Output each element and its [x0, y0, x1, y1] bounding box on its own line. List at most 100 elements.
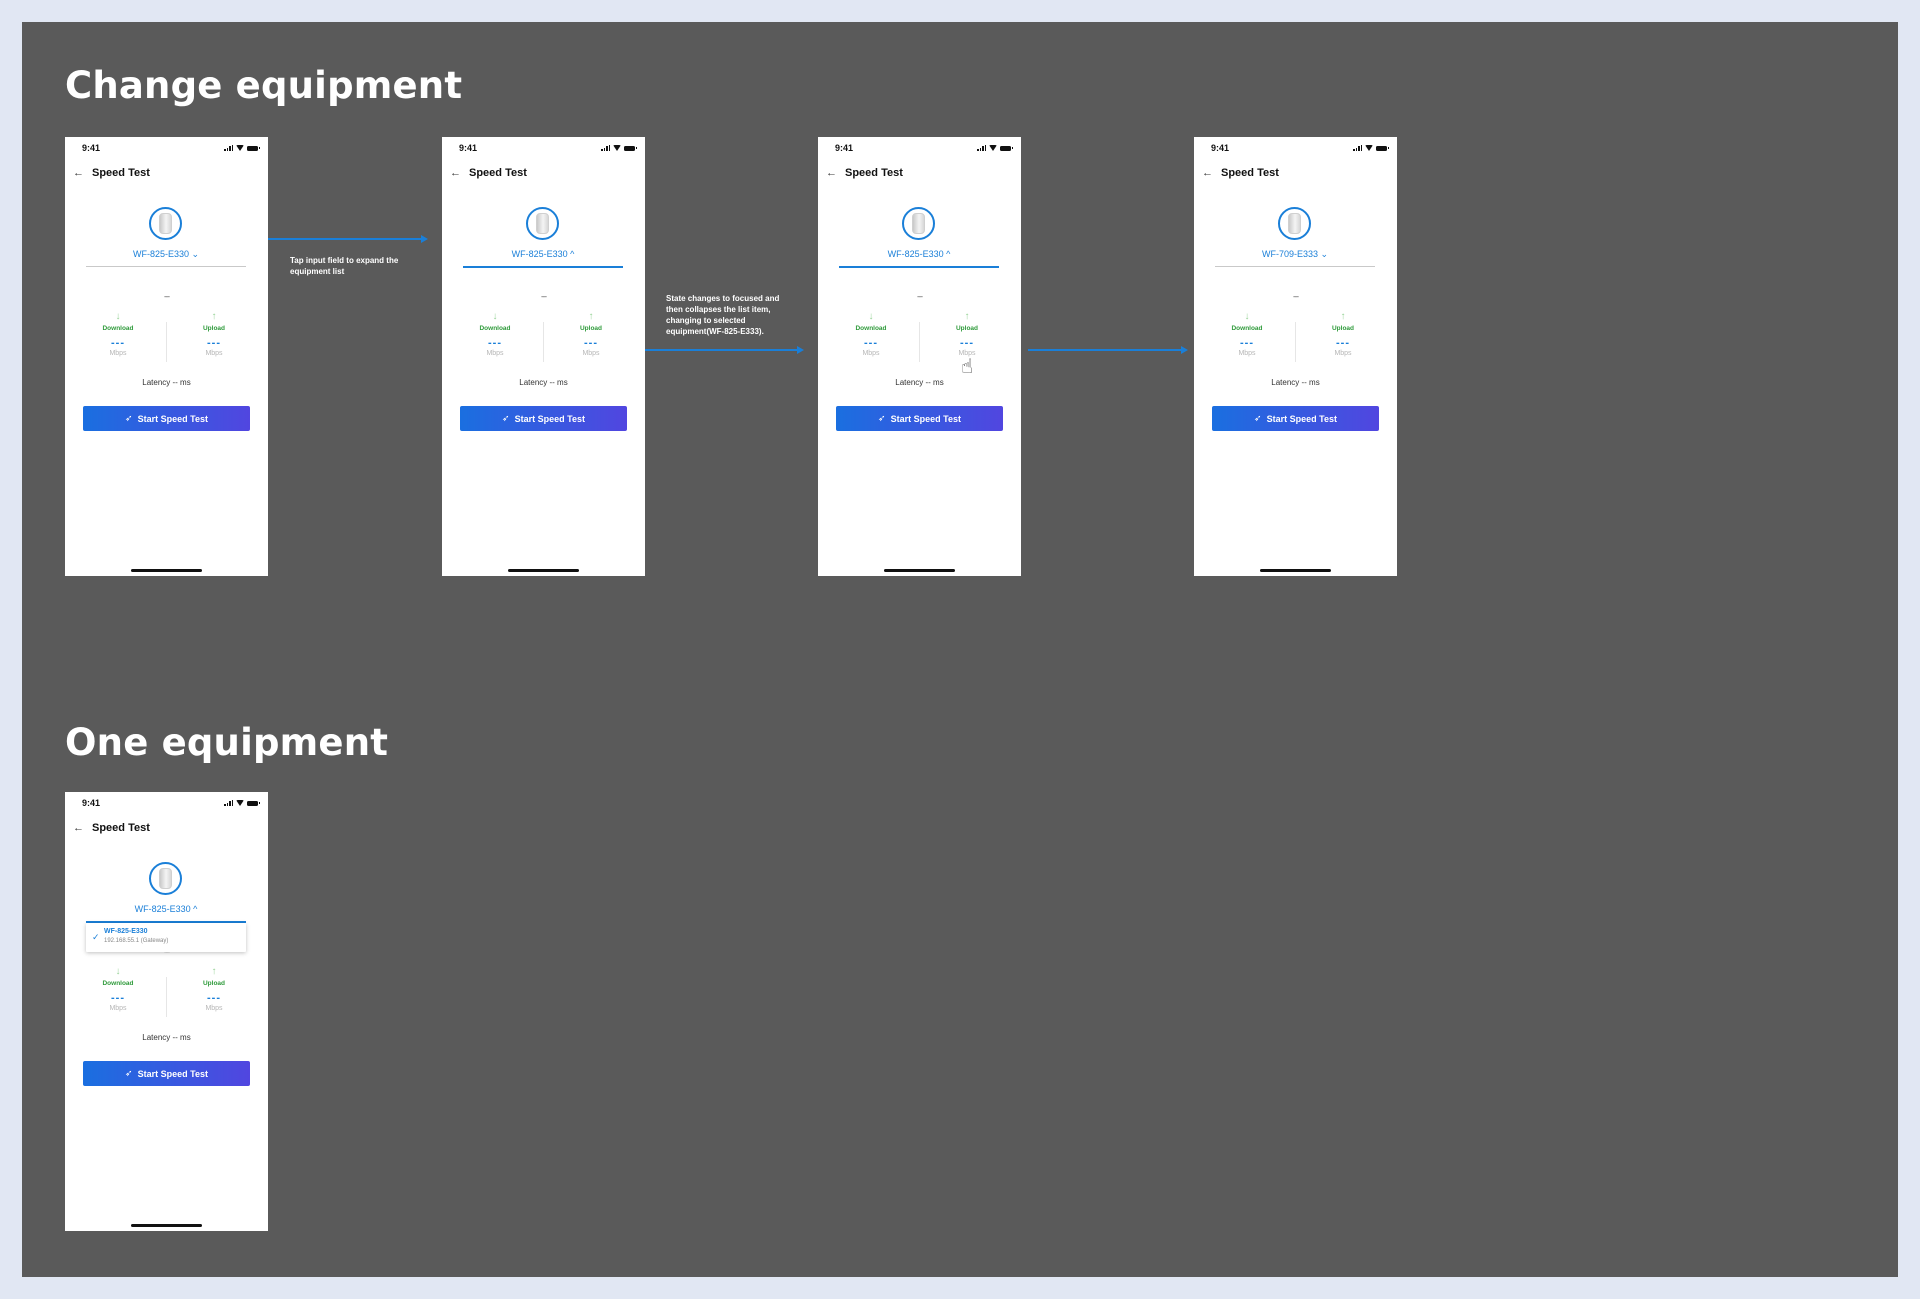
arrow-down-icon: ↓ — [868, 311, 874, 322]
latency-text: Latency -- ms — [1271, 378, 1320, 387]
select-underline — [839, 266, 999, 268]
equipment-select-value: WF-825-E330 — [511, 249, 568, 259]
flow-arrow-1 — [250, 235, 428, 243]
chevron-down-icon: ⌄ — [191, 249, 200, 259]
battery-icon — [624, 145, 637, 151]
arrow-left-icon[interactable]: ← — [73, 822, 84, 834]
upload-unit: Mbps — [1334, 350, 1352, 357]
chevron-up-icon: ^ — [946, 249, 951, 259]
download-unit: Mbps — [1238, 350, 1256, 357]
equipment-select-value: WF-825-E330 — [134, 904, 191, 914]
dropdown-item-name: WF-825-E330 — [104, 928, 148, 935]
metric-divider — [1295, 322, 1296, 362]
device-avatar — [526, 207, 559, 240]
upload-metric: ↑ Upload --- Mbps — [556, 311, 626, 358]
hand-pointer-icon: ☝ — [961, 356, 974, 378]
upload-label: Upload — [202, 980, 226, 987]
start-speed-test-button[interactable]: ➶ Start Speed Test — [83, 1061, 250, 1086]
phone-screen-3: 9:41 ← Speed Test WF-825-E330 ^ --- ↓ Do… — [818, 137, 1021, 576]
home-indicator — [131, 1224, 202, 1227]
dropdown-item-address: 192.168.55.1 (Gateway) — [104, 938, 169, 944]
arrow-left-icon[interactable]: ← — [450, 167, 461, 179]
wifi-icon — [989, 145, 997, 151]
arrow-left-icon[interactable]: ← — [1202, 167, 1213, 179]
phone-screen-4: 9:41 ← Speed Test WF-709-E333 ⌄ --- ↓ Do… — [1194, 137, 1397, 576]
device-avatar — [902, 207, 935, 240]
home-indicator — [884, 569, 955, 572]
start-speed-test-label: Start Speed Test — [514, 413, 585, 424]
download-label: Download — [1231, 325, 1263, 332]
arrow-up-icon: ↑ — [588, 311, 594, 322]
status-time: 9:41 — [835, 143, 854, 153]
equipment-select[interactable]: WF-709-E333 ⌄ — [1215, 249, 1375, 263]
upload-label: Upload — [1331, 325, 1355, 332]
download-metric: ↓ Download --- Mbps — [83, 312, 153, 358]
upload-metric: ↑ Upload --- Mbps — [179, 311, 249, 358]
start-speed-test-button[interactable]: ➶ Start Speed Test — [1212, 406, 1379, 431]
rocket-icon: ➶ — [1254, 413, 1262, 423]
arrow-left-icon[interactable]: ← — [826, 167, 837, 179]
start-speed-test-button[interactable]: ➶ Start Speed Test — [83, 406, 250, 431]
download-unit: Mbps — [109, 350, 127, 357]
router-icon — [536, 213, 549, 234]
page-title: Speed Test — [92, 167, 150, 179]
arrow-left-icon[interactable]: ← — [73, 167, 84, 179]
chevron-down-icon: ⌄ — [1320, 249, 1329, 259]
device-avatar — [1278, 207, 1311, 240]
page-title: Speed Test — [92, 822, 150, 834]
annotation-state: State changes to focused and then collap… — [666, 294, 780, 336]
page-title: Speed Test — [469, 167, 527, 179]
download-value: --- — [488, 337, 502, 349]
select-underline — [463, 266, 623, 268]
device-avatar — [149, 862, 182, 895]
download-value: --- — [1240, 337, 1254, 349]
router-icon — [159, 213, 172, 234]
section-title-change-equipment: Change equipment — [65, 64, 463, 107]
header: ← Speed Test — [826, 167, 903, 179]
equipment-select[interactable]: WF-825-E330 ⌄ — [86, 249, 246, 263]
signal-icon — [1353, 145, 1362, 151]
equipment-select[interactable]: WF-825-E330 ^ — [463, 249, 623, 263]
status-icons — [224, 145, 260, 151]
arrow-up-icon: ↑ — [1340, 311, 1346, 322]
start-speed-test-button[interactable]: ➶ Start Speed Test — [460, 406, 627, 431]
upload-unit: Mbps — [205, 350, 223, 357]
equipment-select[interactable]: WF-825-E330 ^ — [839, 249, 999, 263]
chevron-up-icon: ^ — [570, 249, 575, 259]
download-unit: Mbps — [109, 1005, 127, 1012]
annotation-tap: Tap input field to expand the equipment … — [290, 256, 399, 276]
status-icons — [224, 800, 260, 806]
select-underline — [1215, 266, 1375, 267]
download-metric: ↓ Download --- Mbps — [460, 312, 530, 358]
phone-screen-2: 9:41 ← Speed Test WF-825-E330 ^ --- ↓ Do… — [442, 137, 645, 576]
start-speed-test-button[interactable]: ➶ Start Speed Test — [836, 406, 1003, 431]
home-indicator — [508, 569, 579, 572]
arrow-down-icon: ↓ — [115, 966, 121, 977]
download-unit: Mbps — [486, 350, 504, 357]
latency-text: Latency -- ms — [142, 1033, 191, 1042]
arrow-up-icon: ↑ — [211, 311, 217, 322]
wifi-icon — [236, 800, 244, 806]
page-title: Speed Test — [845, 167, 903, 179]
header: ← Speed Test — [73, 822, 150, 834]
download-label: Download — [102, 325, 134, 332]
equipment-dropdown: ✓ WF-825-E330 192.168.55.1 (Gateway) — [86, 923, 246, 952]
signal-icon — [977, 145, 986, 151]
result-placeholder: --- — [1293, 292, 1299, 301]
start-speed-test-label: Start Speed Test — [137, 413, 208, 424]
upload-unit: Mbps — [205, 1005, 223, 1012]
download-value: --- — [111, 992, 125, 1004]
metric-divider — [919, 322, 920, 362]
download-label: Download — [855, 325, 887, 332]
equipment-select[interactable]: WF-825-E330 ^ — [86, 904, 246, 918]
status-icons — [1353, 145, 1389, 151]
upload-metric: ↑ Upload --- Mbps — [179, 967, 249, 1013]
status-icons — [601, 145, 637, 151]
status-time: 9:41 — [459, 143, 478, 153]
header: ← Speed Test — [1202, 167, 1279, 179]
header: ← Speed Test — [450, 167, 527, 179]
download-value: --- — [111, 337, 125, 349]
wifi-icon — [1365, 145, 1373, 151]
select-underline — [86, 266, 246, 267]
download-value: --- — [864, 337, 878, 349]
